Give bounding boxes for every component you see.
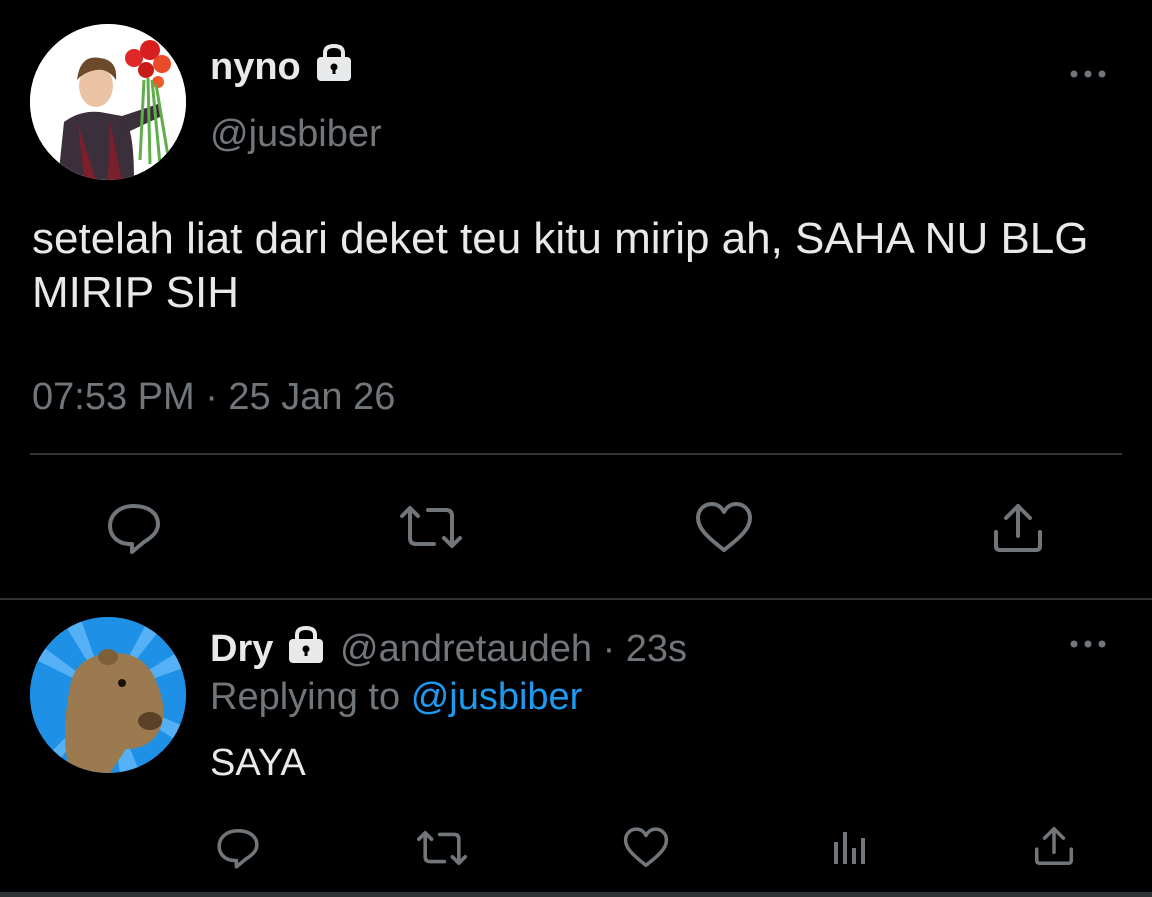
reply-handle-line: @andretaudeh · 23s	[340, 624, 687, 674]
reply-author-name[interactable]: Dry	[210, 624, 273, 674]
reply-icon[interactable]	[104, 500, 164, 561]
reply-text: SAYA	[210, 742, 306, 784]
share-icon[interactable]	[1030, 824, 1078, 873]
replying-prefix: Replying to	[210, 676, 401, 718]
separator-dot: ·	[602, 628, 616, 670]
reply-author-avatar[interactable]	[30, 617, 186, 773]
avatar-image	[30, 24, 186, 180]
avatar-image	[30, 617, 186, 773]
author-handle[interactable]: @jusbiber	[210, 110, 382, 158]
retweet-icon[interactable]	[414, 828, 470, 873]
more-options-icon[interactable]	[1068, 64, 1108, 89]
replying-to-mention[interactable]: @jusbiber	[411, 676, 583, 718]
reply-time[interactable]: 23s	[626, 628, 687, 670]
reply-icon[interactable]	[214, 826, 262, 875]
retweet-icon[interactable]	[396, 502, 466, 557]
replying-to-line: Replying to @jusbiber	[210, 672, 582, 722]
analytics-icon[interactable]	[830, 828, 870, 873]
lock-icon	[286, 624, 326, 669]
share-icon[interactable]	[988, 500, 1048, 561]
lock-icon	[314, 42, 354, 87]
author-avatar[interactable]	[30, 24, 186, 180]
tweet-timestamp[interactable]: 07:53 PM · 25 Jan 26	[32, 372, 395, 422]
like-icon[interactable]	[622, 826, 670, 875]
like-icon[interactable]	[694, 500, 754, 561]
divider	[0, 598, 1152, 600]
divider	[30, 453, 1122, 455]
divider	[0, 892, 1152, 897]
reply-author-handle[interactable]: @andretaudeh	[340, 628, 592, 670]
author-name[interactable]: nyno	[210, 42, 301, 92]
tweet-text: setelah liat dari deket teu kitu mirip a…	[32, 214, 1089, 317]
more-options-icon[interactable]	[1068, 634, 1108, 659]
